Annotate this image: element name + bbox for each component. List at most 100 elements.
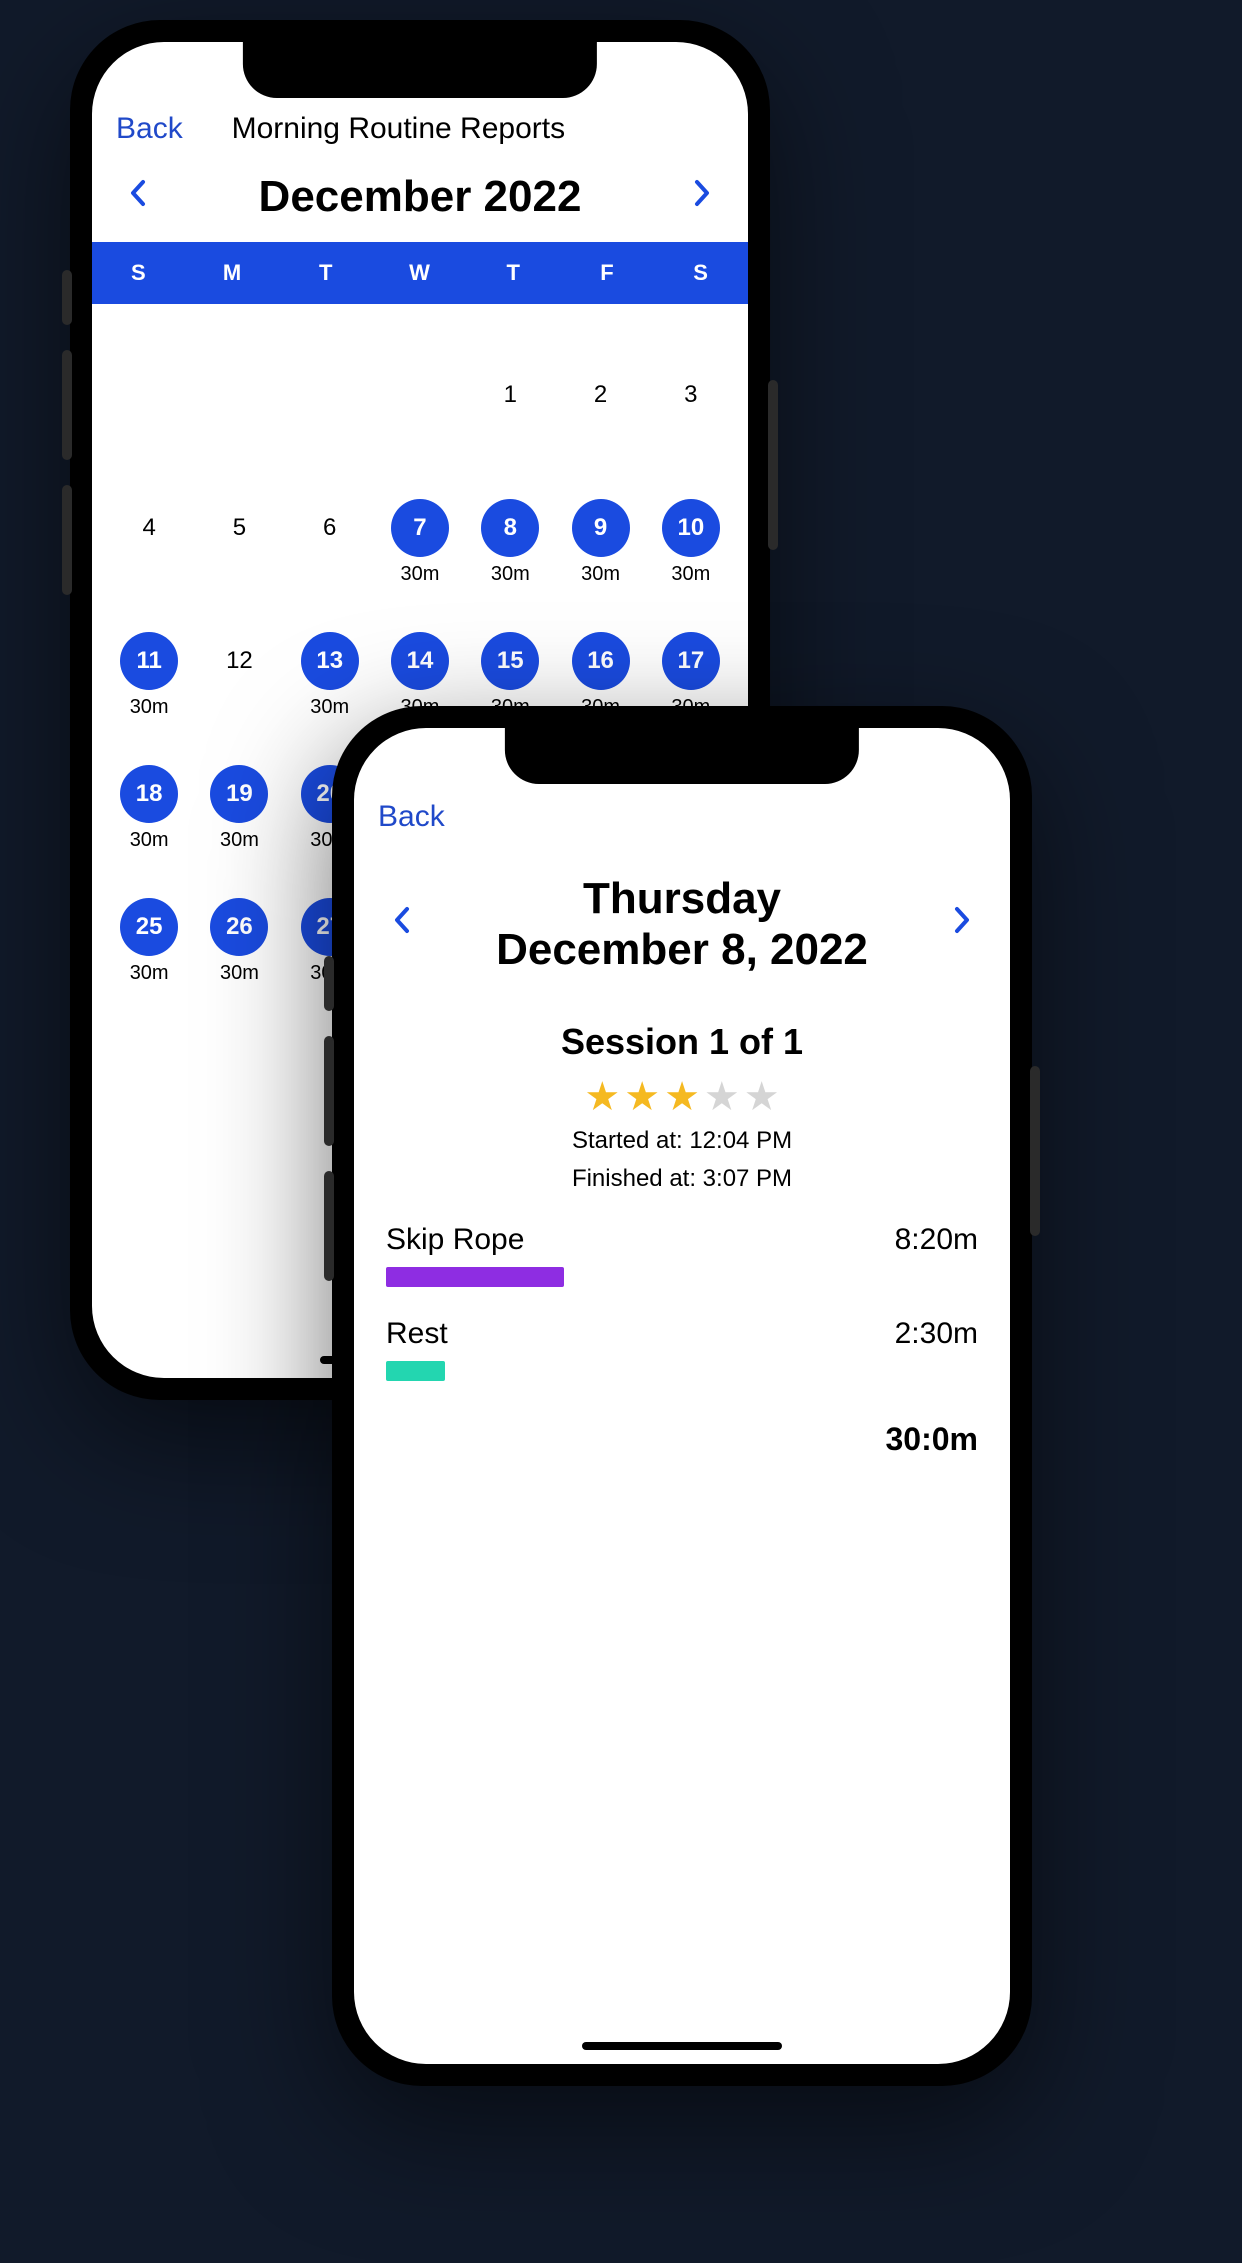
calendar-day-number: 11 (120, 632, 178, 690)
calendar-day[interactable]: 4 (104, 499, 194, 586)
calendar-empty-cell (104, 366, 194, 453)
dow-cell: W (373, 260, 467, 286)
star-icon[interactable]: ★ (744, 1077, 780, 1117)
next-month-button[interactable] (682, 178, 722, 217)
calendar-day-number: 18 (120, 765, 178, 823)
calendar-day-duration: 30m (310, 696, 349, 719)
dow-cell: F (561, 260, 655, 286)
dow-cell: S (92, 260, 186, 286)
calendar-day-number: 12 (210, 632, 268, 690)
calendar-day-number: 19 (210, 765, 268, 823)
calendar-day-number (391, 366, 449, 424)
activity-duration: 8:20m (895, 1223, 978, 1257)
finished-at-label: Finished at: 3:07 PM (354, 1165, 1010, 1193)
calendar-day-number: 13 (301, 632, 359, 690)
phone-side-button (324, 956, 334, 1011)
calendar-day-duration: 30m (130, 962, 169, 985)
calendar-day-duration: 30m (491, 563, 530, 586)
total-duration: 30:0m (354, 1411, 1010, 1458)
activity-bar (386, 1267, 564, 1287)
calendar-day-number: 10 (662, 499, 720, 557)
calendar-day-duration: 30m (130, 696, 169, 719)
back-button[interactable]: Back (378, 800, 986, 834)
phone-notch (505, 728, 859, 784)
prev-month-button[interactable] (118, 178, 158, 217)
calendar-day-number: 5 (210, 499, 268, 557)
activity-name: Rest (386, 1317, 448, 1351)
phone-side-button (1030, 1066, 1040, 1236)
calendar-empty-cell (285, 366, 375, 453)
phone-side-button (768, 380, 778, 550)
calendar-day[interactable]: 6 (285, 499, 375, 586)
calendar-day[interactable]: 3 (646, 366, 736, 453)
activity-row: Rest 2:30m (386, 1317, 978, 1381)
calendar-empty-cell (375, 366, 465, 453)
activity-duration: 2:30m (895, 1317, 978, 1351)
calendar-day-number: 4 (120, 499, 178, 557)
calendar-day[interactable]: 1930m (194, 765, 284, 852)
phone-side-button (324, 1171, 334, 1281)
calendar-day-number: 26 (210, 898, 268, 956)
star-icon[interactable]: ★ (664, 1077, 700, 1117)
calendar-day[interactable]: 12 (194, 632, 284, 719)
activity-name: Skip Rope (386, 1223, 524, 1257)
chevron-left-icon (127, 178, 149, 208)
activity-bar (386, 1361, 445, 1381)
phone-side-button (62, 350, 72, 460)
star-icon[interactable]: ★ (584, 1077, 620, 1117)
calendar-day-number: 8 (481, 499, 539, 557)
calendar-day[interactable]: 1030m (646, 499, 736, 586)
phone-side-button (324, 1036, 334, 1146)
calendar-day-number: 15 (481, 632, 539, 690)
calendar-day-duration: 30m (130, 829, 169, 852)
calendar-day-number: 1 (481, 366, 539, 424)
date-title: Thursday December 8, 2022 (434, 874, 930, 975)
chevron-right-icon (691, 178, 713, 208)
phone-notch (243, 42, 597, 98)
nav-title: Morning Routine Reports (151, 112, 646, 146)
calendar-day[interactable]: 1830m (104, 765, 194, 852)
dow-cell: T (279, 260, 373, 286)
activities-list: Skip Rope 8:20m Rest 2:30m (354, 1193, 1010, 1381)
phone-session-detail: Back Thursday December 8, 2022 Session 1… (332, 706, 1032, 2086)
calendar-day[interactable]: 2630m (194, 898, 284, 985)
calendar-day-number (120, 366, 178, 424)
calendar-empty-cell (194, 366, 284, 453)
calendar-day-number: 2 (572, 366, 630, 424)
dow-cell: S (654, 260, 748, 286)
phone-side-button (62, 485, 72, 595)
calendar-day[interactable]: 5 (194, 499, 284, 586)
calendar-day[interactable]: 830m (465, 499, 555, 586)
star-icon[interactable]: ★ (704, 1077, 740, 1117)
calendar-day[interactable]: 1 (465, 366, 555, 453)
dow-cell: M (186, 260, 280, 286)
calendar-day[interactable]: 730m (375, 499, 465, 586)
calendar-day[interactable]: 1130m (104, 632, 194, 719)
session-title: Session 1 of 1 (354, 1021, 1010, 1063)
prev-day-button[interactable] (382, 905, 422, 944)
calendar-day-number: 14 (391, 632, 449, 690)
next-day-button[interactable] (942, 905, 982, 944)
home-indicator[interactable] (582, 2042, 782, 2050)
calendar-day-number: 25 (120, 898, 178, 956)
month-title: December 2022 (158, 172, 682, 222)
calendar-day[interactable]: 2 (555, 366, 645, 453)
calendar-day[interactable]: 930m (555, 499, 645, 586)
calendar-day[interactable]: 1330m (285, 632, 375, 719)
calendar-day-duration: 30m (581, 563, 620, 586)
calendar-day-number: 17 (662, 632, 720, 690)
rating-stars[interactable]: ★★★★★ (354, 1077, 1010, 1117)
date-full: December 8, 2022 (434, 925, 930, 976)
day-of-week-header: S M T W T F S (92, 242, 748, 304)
calendar-day-duration: 30m (220, 962, 259, 985)
calendar-day-number: 7 (391, 499, 449, 557)
calendar-day[interactable]: 2530m (104, 898, 194, 985)
total-duration-value: 30:0m (886, 1421, 979, 1458)
calendar-day-duration: 30m (671, 563, 710, 586)
activity-row: Skip Rope 8:20m (386, 1223, 978, 1287)
chevron-left-icon (391, 905, 413, 935)
calendar-day-number: 16 (572, 632, 630, 690)
star-icon[interactable]: ★ (624, 1077, 660, 1117)
started-at-label: Started at: 12:04 PM (354, 1127, 1010, 1155)
calendar-day-duration: 30m (401, 563, 440, 586)
